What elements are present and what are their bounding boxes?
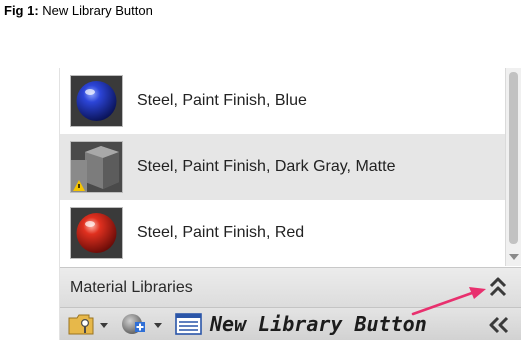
material-label: Steel, Paint Finish, Blue (137, 92, 307, 109)
material-list: Steel, Paint Finish, Blue Steel, Paint F… (60, 68, 505, 266)
library-toolbar: New Library Button (60, 307, 521, 340)
new-library-button-label: New Library Button (210, 312, 427, 336)
figure-title: New Library Button (42, 3, 153, 18)
folder-key-icon[interactable] (68, 313, 110, 335)
library-list-icon[interactable] (175, 313, 203, 335)
expand-left-icon[interactable] (488, 315, 510, 335)
scroll-down-arrow-icon[interactable] (509, 254, 519, 260)
material-libraries-header: Material Libraries (60, 267, 521, 307)
collapse-up-icon[interactable] (487, 275, 509, 301)
scrollbar-thumb[interactable] (509, 72, 518, 244)
material-row-blue[interactable]: Steel, Paint Finish, Blue (60, 68, 505, 134)
list-scrollbar[interactable] (505, 68, 521, 266)
material-row-red[interactable]: Steel, Paint Finish, Red (60, 200, 505, 266)
figure-caption: Fig 1: New Library Button (4, 3, 153, 18)
material-label: Steel, Paint Finish, Red (137, 224, 305, 241)
gray-cube-swatch-icon (70, 141, 123, 193)
material-label: Steel, Paint Finish, Dark Gray, Matte (137, 158, 396, 175)
material-row-dark-gray[interactable]: Steel, Paint Finish, Dark Gray, Matte (60, 134, 505, 200)
red-sphere-swatch-icon (70, 207, 123, 259)
material-browser-panel: Steel, Paint Finish, Blue Steel, Paint F… (59, 68, 521, 340)
figure-number: Fig 1: (4, 3, 39, 18)
globe-add-icon[interactable] (120, 313, 164, 335)
blue-sphere-swatch-icon (70, 75, 123, 127)
material-libraries-title: Material Libraries (70, 279, 193, 296)
